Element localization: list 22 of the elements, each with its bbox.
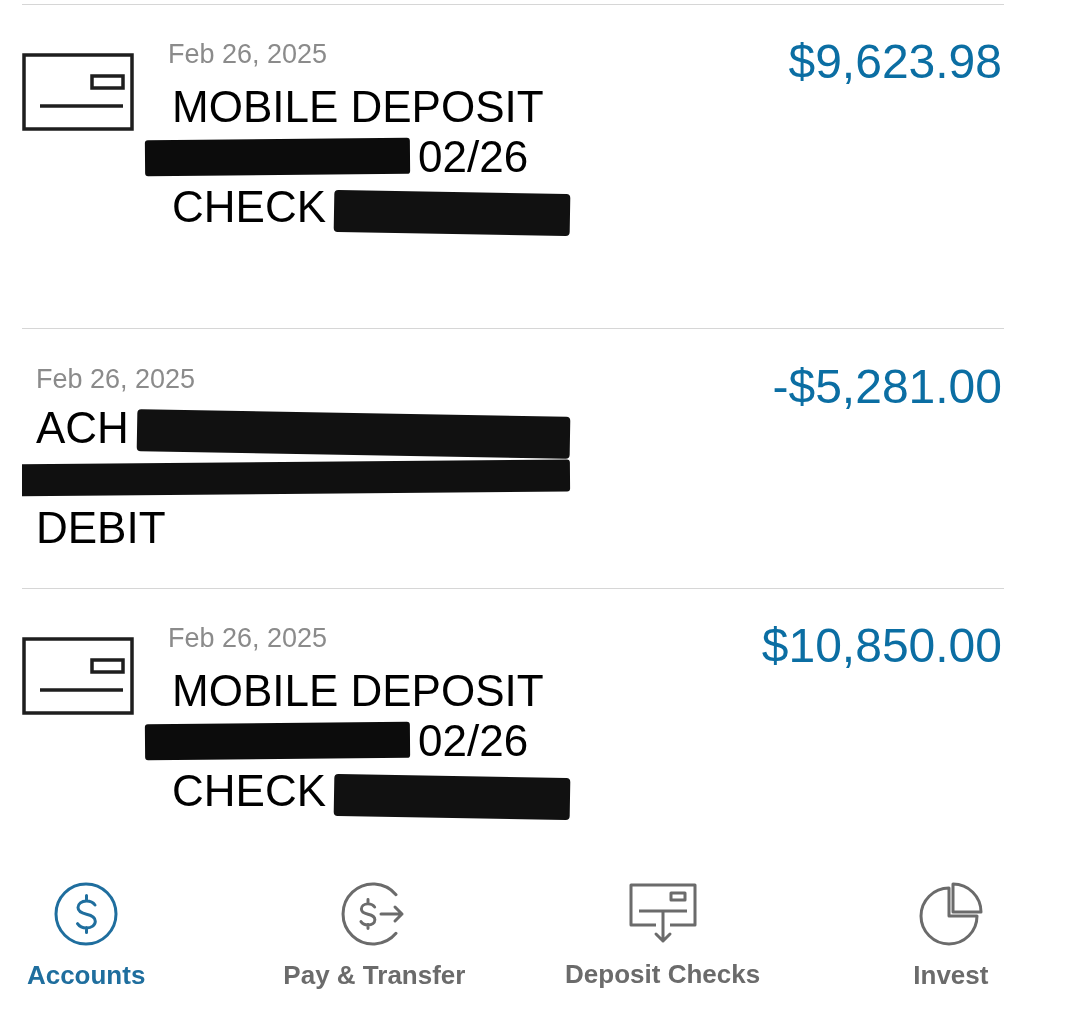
transaction-date: Feb 26, 2025 [168,622,328,654]
tab-button[interactable]: Invest [909,882,993,990]
transaction-date: Feb 26, 2025 [168,38,328,70]
tab-button[interactable]: Deposit Checks [561,882,765,990]
transaction-amount: -$5,281.00 [772,363,1003,411]
transaction-date: Feb 26, 2025 [36,363,196,395]
transaction-amount: $10,850.00 [761,622,1003,670]
description-text: CHECK [172,766,327,816]
description-text: DEBIT [36,503,166,553]
description-text: 02/26 [418,716,529,766]
tab-button[interactable]: Pay & Transfer [279,882,470,990]
transaction-amount: $9,623.98 [788,38,1003,86]
description-text: MOBILE DEPOSIT [172,666,544,716]
description-text: CHECK [172,182,327,232]
description-text: ACH [36,403,129,453]
description-text: MOBILE DEPOSIT [172,82,544,132]
tab-button[interactable]: Accounts [22,882,150,990]
cheque-arrow-icon [628,883,697,945]
cheque-icon [22,637,134,715]
cheque-icon [22,53,134,131]
dollar-circle-icon [54,882,119,946]
description-text: 02/26 [418,132,529,182]
